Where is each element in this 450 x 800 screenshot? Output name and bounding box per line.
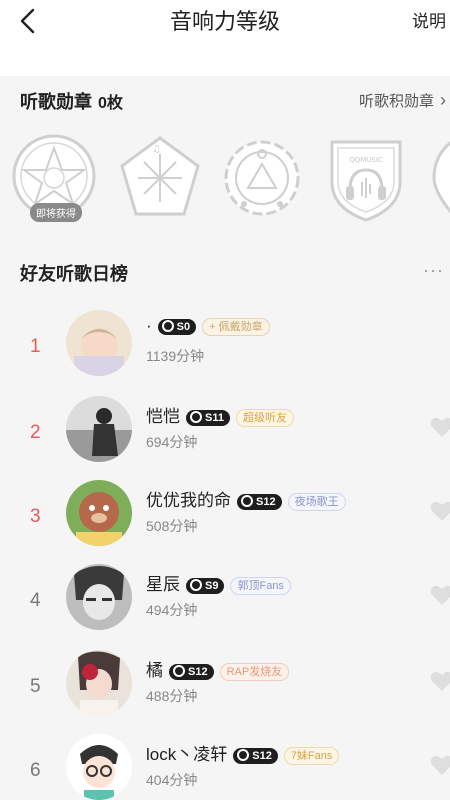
level-dot-icon [190,578,202,591]
ranking-row[interactable]: 5 橘 S12 RAP发烧友 488分钟 [0,648,450,732]
avatar[interactable] [66,734,132,800]
paint-badge-icon[interactable] [218,132,306,224]
svg-text:♫: ♫ [152,144,161,155]
title-tag: RAP发烧友 [219,662,290,681]
rank-number: 3 [30,506,41,527]
partial-badge-icon[interactable] [424,132,450,224]
title-tag: 夜场歌王 [287,492,346,511]
level-badge: S12 [237,493,282,510]
rank-number: 4 [30,590,41,611]
friend-name-line: lock丶凌轩 S12 7妹Fans [146,740,340,765]
more-options-icon[interactable]: ··· [423,260,444,281]
level-label: S0 [176,320,191,333]
page-title: 音响力等级 [169,9,280,34]
ranking-row[interactable]: 1 · S0 + 佩戴勋章 1139分钟 [0,308,450,392]
medals-heading: 听歌勋章 0枚 [20,88,123,114]
level-label: S12 [252,749,272,762]
heart-icon[interactable] [430,670,450,692]
listen-minutes: 508分钟 [146,518,198,534]
ranking-row[interactable]: 4 星辰 S9 郭顶Fans 494分钟 [0,562,450,646]
friend-name-line: 恺恺 S11 超级听友 [146,402,294,427]
friend-name: 橘 [146,661,163,680]
title-tag: 超级听友 [235,408,294,427]
level-badge: S9 [186,577,225,594]
level-dot-icon [237,748,250,761]
avatar[interactable] [66,310,132,376]
wear-medal-tag[interactable]: + 佩戴勋章 [202,317,270,336]
level-badge: S12 [233,747,278,764]
avatar[interactable] [66,564,132,630]
medals-count: 0枚 [98,95,123,112]
level-badge: S12 [169,663,214,680]
rank-number: 6 [30,760,41,781]
rank-number: 1 [30,336,41,357]
friend-name-line: · S0 + 佩戴勋章 [146,316,270,336]
qqmusic-shield-badge-icon[interactable]: QQMUSIC [322,132,410,224]
ranking-row[interactable]: 6 lock丶凌轩 S12 7妹Fans 404分钟 [0,732,450,800]
friend-name: 恺恺 [146,407,180,426]
title-tag: 7妹Fans [283,746,340,765]
friend-name-line: 星辰 S9 郭顶Fans [146,570,291,595]
ranking-row[interactable]: 2 恺恺 S11 超级听友 694分钟 [0,394,450,478]
ranking-heading: 好友听歌日榜 [20,264,128,284]
medals-link[interactable]: 听歌积勋章 › [359,90,446,111]
friend-name-line: 橘 S12 RAP发烧友 [146,656,290,681]
qqmusic-label: QQMUSIC [349,156,383,164]
avatar[interactable] [66,396,132,462]
friend-name: · [146,316,152,335]
friend-name: 优优我的命 [146,491,231,510]
chevron-right-icon: › [440,90,446,110]
arrows-badge-icon[interactable]: ♫ [116,132,204,224]
ranking-row[interactable]: 3 优优我的命 S12 夜场歌王 508分钟 [0,478,450,562]
heart-icon[interactable] [430,754,450,776]
medals-link-label: 听歌积勋章 [358,93,434,110]
title-tag: 郭顶Fans [230,576,291,595]
listen-minutes: 488分钟 [146,688,198,704]
header-bar: 音响力等级 说明 [0,0,450,62]
page: 音响力等级 说明 听歌勋章 0枚 听歌积勋章 › ♫ QQMUSIC 即将获得 … [0,0,450,800]
avatar[interactable] [66,650,132,716]
level-dot-icon [190,410,202,423]
friend-name: 星辰 [146,575,180,594]
friend-name: lock丶凌轩 [146,745,228,764]
rank-number: 5 [30,676,41,697]
help-button[interactable]: 说明 [412,7,446,32]
heart-icon[interactable] [430,500,450,522]
heart-icon[interactable] [430,584,450,606]
rank-number: 2 [30,422,41,443]
listen-minutes: 1139分钟 [146,348,205,364]
listen-minutes: 404分钟 [146,772,198,788]
level-badge: S11 [186,409,230,426]
level-dot-icon [161,319,174,332]
level-badge: S0 [157,318,197,335]
level-label: S9 [205,579,219,592]
level-label: S12 [256,495,276,508]
heart-icon[interactable] [430,416,450,438]
upcoming-badge-tag: 即将获得 [30,203,82,222]
level-dot-icon [241,494,253,507]
friend-name-line: 优优我的命 S12 夜场歌王 [146,486,346,511]
medals-heading-label: 听歌勋章 [20,92,92,112]
listen-minutes: 494分钟 [146,602,198,618]
avatar[interactable] [66,480,132,546]
level-label: S11 [205,411,224,424]
listen-minutes: 694分钟 [146,434,198,450]
level-dot-icon [173,664,185,677]
level-label: S12 [188,665,208,678]
